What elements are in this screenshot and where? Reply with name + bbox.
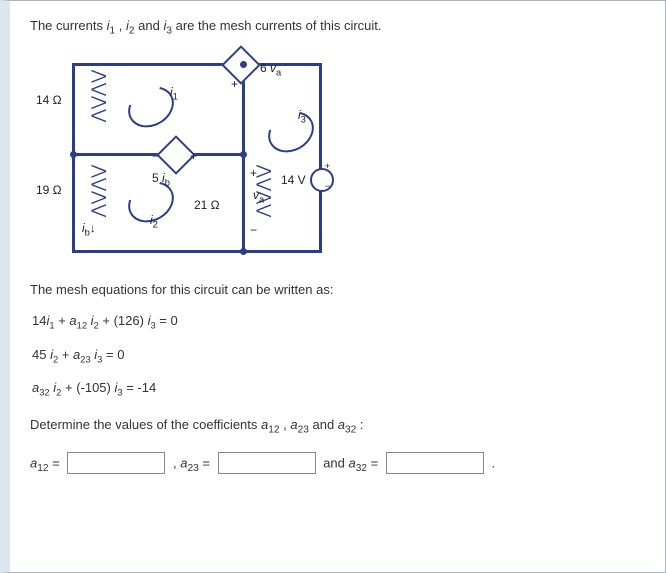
- equations-intro: The mesh equations for this circuit can …: [30, 281, 649, 299]
- ask-a32s: 32: [345, 424, 356, 435]
- minus-vsrc: −: [325, 181, 330, 191]
- ib-s: b: [165, 177, 170, 187]
- e1-as: 12: [77, 321, 87, 331]
- l3s: 3: [301, 114, 306, 124]
- ans-a12-s: 12: [37, 463, 48, 474]
- e2-eq0: = 0: [106, 347, 124, 362]
- e2-as: 23: [80, 354, 90, 364]
- label-r21: 21 Ω: [194, 198, 220, 212]
- ans-a32-s: 32: [356, 463, 367, 474]
- wire-mid-v: [242, 63, 245, 253]
- plus-va: +: [250, 166, 257, 180]
- answer-row: a12 = , a23 = and a32 = .: [30, 452, 649, 476]
- var-s: a: [259, 194, 264, 204]
- va-s: a: [276, 67, 281, 77]
- label-6va: 6 va: [260, 61, 281, 77]
- ans-and: and: [323, 455, 348, 470]
- i3-sub: 3: [166, 26, 172, 37]
- minus-ccvs: −: [152, 149, 159, 163]
- intro-tail: are the mesh currents of this circuit.: [176, 18, 382, 33]
- e2-i3s: 3: [97, 354, 102, 364]
- label-ib-arrow: ib↓: [82, 221, 96, 237]
- determine-text: Determine the values of the coefficients…: [30, 416, 649, 438]
- e1-i2s: 2: [94, 321, 99, 331]
- l2s: 2: [153, 219, 158, 229]
- e1-126: + (126): [102, 313, 147, 328]
- e1-eq0: = 0: [159, 313, 177, 328]
- plus-vsrc: +: [325, 161, 330, 171]
- ans-a32-l: a: [348, 455, 355, 470]
- e1-14: 14: [32, 313, 46, 328]
- intro-text: The currents i1 , i2 and i3 are the mesh…: [30, 17, 649, 39]
- e2-plus: +: [62, 347, 73, 362]
- input-a23[interactable]: [218, 452, 316, 474]
- e2-i2s: 2: [53, 354, 58, 364]
- ask-pre: Determine the values of the coefficients: [30, 417, 261, 432]
- minus-va: −: [250, 223, 257, 237]
- ask-a23s: 23: [298, 424, 309, 435]
- input-a32[interactable]: [386, 452, 484, 474]
- label-loop1: i1: [170, 85, 178, 101]
- l1s: 1: [173, 91, 178, 101]
- plus-ccvs: +: [190, 149, 197, 163]
- label-loop2: i2: [150, 213, 158, 229]
- ask-a32: a: [338, 417, 345, 432]
- wire-right: [319, 63, 322, 253]
- sep1: ,: [119, 18, 126, 33]
- e3-105: + (-105): [65, 380, 115, 395]
- mesh-loop-3: [261, 103, 322, 160]
- wire-left: [72, 63, 75, 253]
- label-r19: 19 Ω: [36, 183, 62, 197]
- node-mid-bot: [240, 248, 247, 255]
- wire-top: [72, 63, 322, 66]
- six: 6: [260, 61, 270, 75]
- e3-i2s: 2: [56, 388, 61, 398]
- ans-eq3: =: [371, 455, 382, 470]
- node-left-mid: [70, 151, 77, 158]
- circuit-diagram: ⋀⋁⋀⋁ ⋀⋁⋀⋁ ⋀⋁⋀⋁ 14 Ω 19 Ω 21 Ω 5 ib 6 va …: [42, 53, 352, 263]
- equation-1: 14i1 + a12 i2 + (126) i3 = 0: [32, 313, 649, 331]
- wire-bottom: [72, 250, 322, 253]
- input-a12[interactable]: [67, 452, 165, 474]
- node-mid-top: [240, 61, 247, 68]
- ask-a12s: 12: [268, 424, 279, 435]
- ask-and: and: [312, 417, 337, 432]
- ans-eq1: =: [52, 455, 63, 470]
- ans-eq2: =: [202, 455, 213, 470]
- label-r14: 14 Ω: [36, 93, 62, 107]
- label-5ib: 5 ib: [152, 171, 170, 187]
- plus-cccs: +: [231, 77, 238, 91]
- e3-eqrhs: = -14: [126, 380, 156, 395]
- e1-i3s: 3: [150, 321, 155, 331]
- intro-pre: The currents: [30, 18, 107, 33]
- equation-block: 14i1 + a12 i2 + (126) i3 = 0 45 i2 + a23…: [32, 313, 649, 398]
- ans-period: .: [491, 455, 495, 470]
- label-loop3: i3: [298, 108, 306, 124]
- ask-a23: a: [290, 417, 297, 432]
- label-va-right: va: [253, 188, 264, 204]
- and1: and: [138, 18, 163, 33]
- label-14v: 14 V: [281, 173, 306, 187]
- vsource-circle: [310, 168, 334, 192]
- equation-2: 45 i2 + a23 i3 = 0: [32, 347, 649, 365]
- ans-a23-s: 23: [187, 463, 198, 474]
- iba-s: b: [85, 227, 90, 237]
- ask-colon: :: [360, 417, 364, 432]
- e1-i1s: 1: [49, 321, 54, 331]
- e2-45: 45: [32, 347, 50, 362]
- resistor-r14: ⋀⋁⋀⋁: [90, 70, 106, 123]
- e1-a: a: [69, 313, 76, 328]
- i2-sub: 2: [129, 26, 135, 37]
- e3-as: 32: [39, 388, 49, 398]
- e1-plus1: +: [58, 313, 69, 328]
- five: 5: [152, 171, 162, 185]
- i1-sub: 1: [109, 26, 115, 37]
- e3-i3s: 3: [117, 388, 122, 398]
- equation-3: a32 i2 + (-105) i3 = -14: [32, 380, 649, 398]
- node-mid-mid: [240, 151, 247, 158]
- resistor-r19: ⋀⋁⋀⋁: [90, 165, 106, 218]
